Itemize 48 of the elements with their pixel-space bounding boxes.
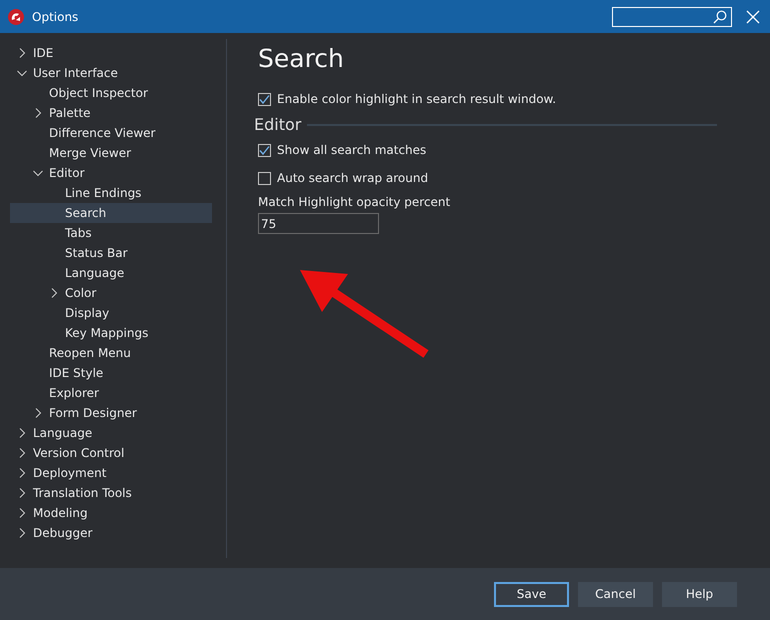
collapse-icon[interactable]: [17, 68, 27, 78]
tree-item[interactable]: Tabs: [10, 223, 212, 243]
checkbox[interactable]: [258, 172, 271, 184]
page-title: Search: [258, 44, 345, 73]
search-field[interactable]: [612, 6, 732, 26]
checkbox-label[interactable]: Show all search matches: [277, 143, 426, 157]
expand-icon[interactable]: [33, 108, 43, 118]
tree-item[interactable]: Search: [10, 203, 212, 223]
tree-item[interactable]: Line Endings: [10, 183, 212, 203]
field-label: Match Highlight opacity percent: [258, 195, 452, 209]
tree-item[interactable]: IDE Style: [10, 363, 212, 383]
tree-item[interactable]: Status Bar: [10, 243, 212, 263]
tree-item[interactable]: Version Control: [10, 443, 212, 463]
tree-item[interactable]: Language: [10, 423, 212, 443]
app-logo-icon: [8, 8, 24, 24]
window-title: Options: [32, 10, 80, 24]
search-icon: [713, 10, 727, 24]
tree-item[interactable]: Merge Viewer: [10, 143, 212, 163]
tree-item[interactable]: Language: [10, 263, 212, 283]
tree-item[interactable]: Color: [10, 283, 212, 303]
tree-item[interactable]: Reopen Menu: [10, 343, 212, 363]
tree-item[interactable]: Modeling: [10, 503, 212, 523]
tree-item[interactable]: Debugger: [10, 523, 212, 543]
close-icon[interactable]: [746, 10, 760, 24]
tree-item[interactable]: Form Designer: [10, 403, 212, 423]
tree-item[interactable]: Key Mappings: [10, 323, 212, 343]
tree-item[interactable]: User Interface: [10, 63, 212, 83]
collapse-icon[interactable]: [33, 168, 43, 178]
section-title: Editor: [254, 115, 302, 134]
dialog-button[interactable]: Save: [494, 582, 569, 606]
checkbox[interactable]: [258, 92, 271, 106]
tree-item[interactable]: Translation Tools: [10, 483, 212, 503]
expand-icon[interactable]: [17, 48, 27, 58]
expand-icon[interactable]: [49, 288, 59, 298]
tree-item[interactable]: Palette: [10, 103, 212, 123]
tree-item[interactable]: Difference Viewer: [10, 123, 212, 143]
tree-item[interactable]: Object Inspector: [10, 83, 212, 103]
dialog-button[interactable]: Cancel: [578, 582, 653, 606]
tree-item[interactable]: IDE: [10, 43, 212, 63]
input-field[interactable]: 75: [258, 213, 379, 234]
tree-item[interactable]: Deployment: [10, 463, 212, 483]
checkbox-label[interactable]: Auto search wrap around: [277, 171, 428, 185]
tree-item[interactable]: Display: [10, 303, 212, 323]
checkbox[interactable]: [258, 144, 271, 156]
tree-item[interactable]: Explorer: [10, 383, 212, 403]
tree-item[interactable]: Editor: [10, 163, 212, 183]
dialog-button[interactable]: Help: [662, 582, 737, 606]
checkbox-label[interactable]: Enable color highlight in search result window.: [277, 92, 556, 106]
